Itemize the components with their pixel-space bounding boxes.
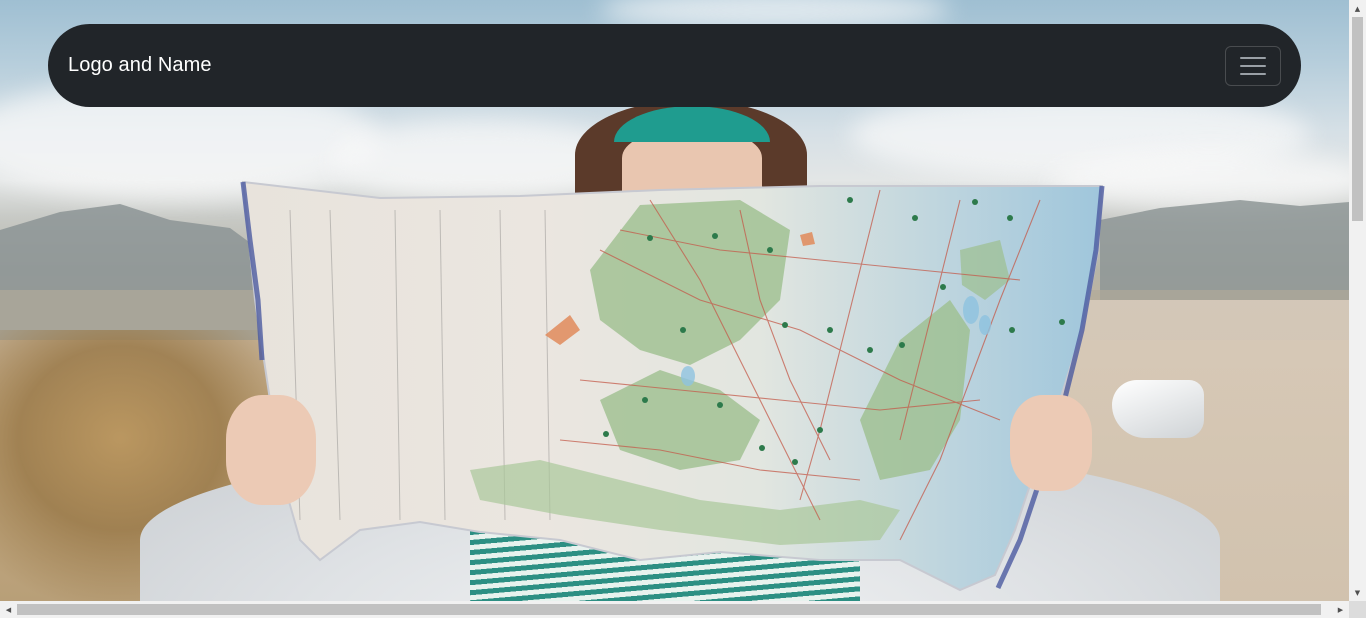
scroll-right-arrow-icon[interactable]: ▶ — [1332, 601, 1349, 618]
scroll-up-arrow-icon[interactable]: ▲ — [1349, 0, 1366, 17]
horizontal-scrollbar-thumb[interactable] — [17, 604, 1321, 615]
brand-logo-link[interactable]: Logo and Name — [68, 54, 212, 77]
left-hand — [226, 395, 316, 505]
scrollbar-corner — [1349, 601, 1366, 618]
scroll-down-arrow-icon[interactable]: ▼ — [1349, 584, 1366, 601]
right-hand — [1010, 395, 1092, 491]
navbar-toggler-button[interactable] — [1225, 45, 1281, 86]
navbar: Logo and Name — [48, 24, 1301, 107]
scroll-left-arrow-icon[interactable]: ◀ — [0, 601, 17, 618]
hamburger-menu-icon — [1240, 56, 1266, 75]
vertical-scrollbar-thumb[interactable] — [1352, 17, 1363, 221]
page-viewport: Logo and Name — [0, 0, 1349, 601]
vertical-scrollbar[interactable]: ▲ ▼ — [1349, 0, 1366, 601]
horizontal-scrollbar[interactable]: ◀ ▶ — [0, 601, 1349, 618]
